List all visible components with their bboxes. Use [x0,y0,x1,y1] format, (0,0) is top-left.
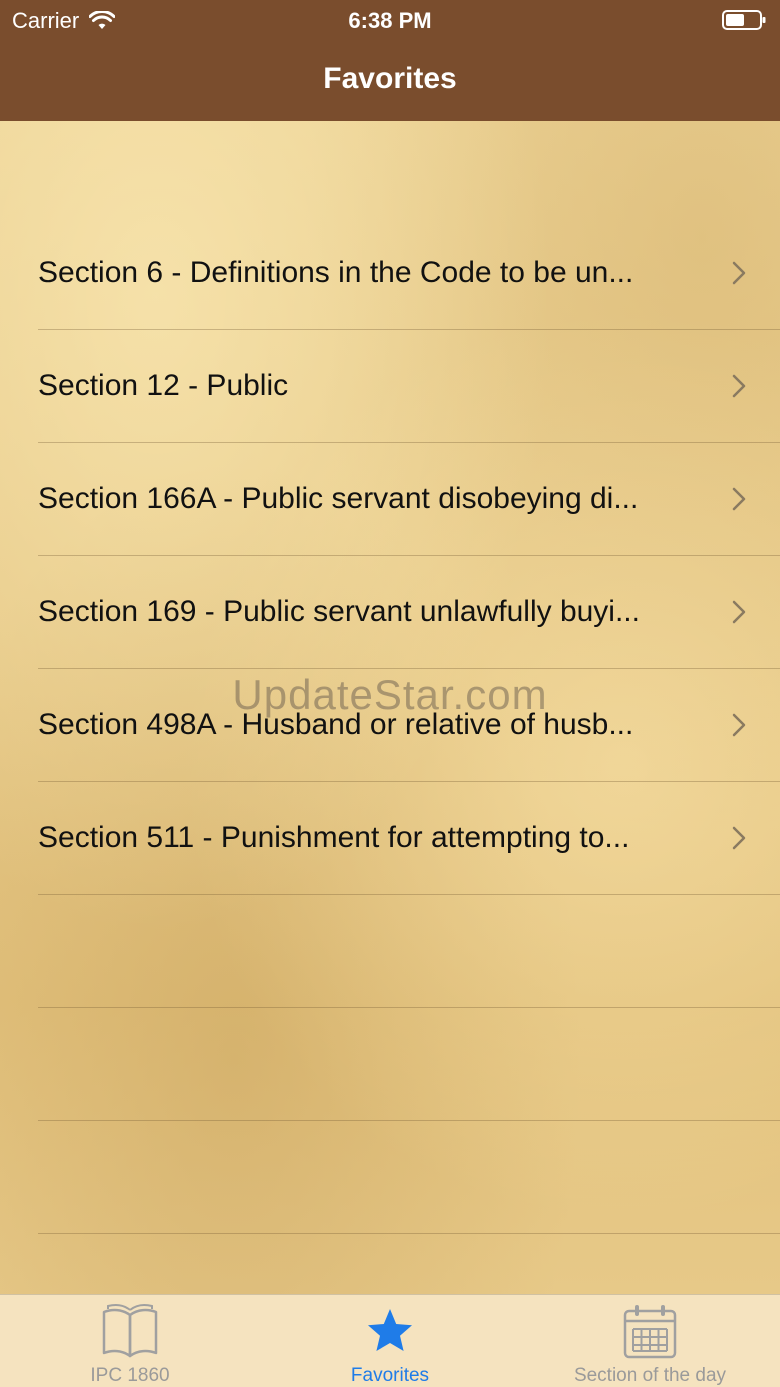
list-item-label: Section 12 - Public [38,369,289,402]
list-item[interactable]: Section 498A - Husband or relative of hu… [38,669,780,782]
book-icon [102,1304,158,1358]
list-item-label: Section 6 - Definitions in the Code to b… [38,256,634,289]
chevron-right-icon [732,261,746,285]
list-item[interactable]: Section 12 - Public [38,330,780,443]
tab-label: Favorites [350,1365,430,1386]
status-bar: Carrier 6:38 PM [0,0,780,40]
status-time: 6:38 PM [348,8,432,33]
chevron-right-icon [732,826,746,850]
favorites-list: Section 6 - Definitions in the Code to b… [0,217,780,1234]
empty-list-row [38,895,780,1008]
list-item-label: Section 511 - Punishment for attempting … [38,821,630,854]
calendar-icon [623,1305,677,1359]
chevron-right-icon [732,487,746,511]
list-item[interactable]: Section 511 - Punishment for attempting … [38,782,780,895]
list-item[interactable]: Section 6 - Definitions in the Code to b… [38,217,780,330]
list-item[interactable]: Section 169 - Public servant unlawfully … [38,556,780,669]
page-title: Favorites [323,62,457,95]
favorites-content[interactable]: Section 6 - Definitions in the Code to b… [0,121,780,1294]
list-item-label: Section 498A - Husband or relative of hu… [38,708,634,741]
tab-section-of-the-day[interactable]: Section of the day [520,1295,780,1387]
chevron-right-icon [732,713,746,737]
tab-ipc-1860[interactable]: IPC 1860 [0,1295,260,1387]
battery-icon [722,10,766,30]
tab-label: IPC 1860 [90,1365,170,1386]
tab-label: Section of the day [573,1365,727,1386]
tab-favorites[interactable]: Favorites [260,1295,520,1387]
empty-list-row [38,1121,780,1234]
list-item-label: Section 166A - Public servant disobeying… [38,482,639,515]
list-item-label: Section 169 - Public servant unlawfully … [38,595,640,628]
empty-list-row [38,1008,780,1121]
chevron-right-icon [732,600,746,624]
chevron-right-icon [732,374,746,398]
navigation-header: Carrier 6:38 PM Favorites [0,0,780,121]
star-icon [368,1309,412,1351]
tab-bar: IPC 1860 Favorites Section of the day [0,1294,780,1387]
list-item[interactable]: Section 166A - Public servant disobeying… [38,443,780,556]
screen: Carrier 6:38 PM Favorites Section 6 - De… [0,0,780,1387]
